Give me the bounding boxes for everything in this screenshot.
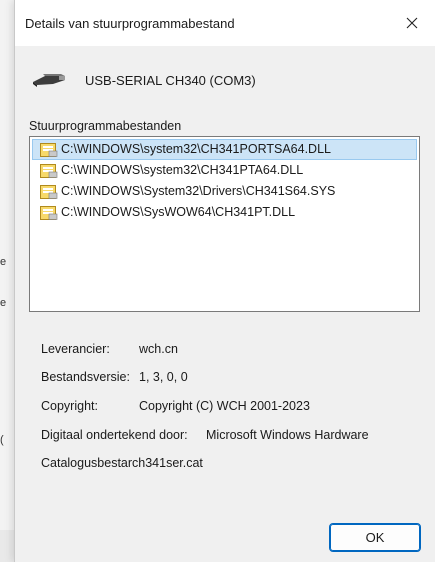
driver-file-details-dialog: Details van stuurprogrammabestand USB-SE… (14, 0, 435, 562)
driver-file-icon (40, 185, 58, 199)
driver-file-icon (40, 143, 58, 157)
background-text-fragment: e (0, 297, 7, 309)
driver-file-icon (40, 164, 58, 178)
list-item[interactable]: C:\WINDOWS\SysWOW64\CH341PT.DLL (32, 202, 417, 223)
title-bar[interactable]: Details van stuurprogrammabestand (15, 0, 435, 46)
copyright-label: Copyright: (41, 399, 98, 413)
usb-cable-icon (33, 74, 65, 87)
background-text-fragment: ( (0, 434, 4, 446)
driver-file-path: C:\WINDOWS\system32\CH341PTA64.DLL (61, 163, 304, 177)
driver-files-label: Stuurprogrammabestanden (29, 119, 182, 133)
window-title: Details van stuurprogrammabestand (25, 16, 235, 31)
driver-file-icon (40, 206, 58, 220)
file-version-label: Bestandsversie: (41, 370, 130, 384)
driver-files-list[interactable]: C:\WINDOWS\system32\CH341PORTSA64.DLL C:… (29, 136, 420, 312)
digital-signer-value: Microsoft Windows Hardware (206, 428, 369, 442)
background-text-fragment: e (0, 256, 7, 268)
close-button[interactable] (389, 0, 435, 46)
catalog-file-text: Catalogusbestarch341ser.cat (41, 456, 203, 470)
driver-file-path: C:\WINDOWS\SysWOW64\CH341PT.DLL (61, 205, 296, 219)
close-icon (406, 17, 418, 29)
digital-signer-label: Digitaal ondertekend door: (41, 428, 188, 442)
device-name: USB-SERIAL CH340 (COM3) (85, 73, 256, 88)
list-item[interactable]: C:\WINDOWS\System32\Drivers\CH341S64.SYS (32, 181, 417, 202)
list-item[interactable]: C:\WINDOWS\system32\CH341PTA64.DLL (32, 160, 417, 181)
list-item[interactable]: C:\WINDOWS\system32\CH341PORTSA64.DLL (32, 139, 417, 160)
provider-label: Leverancier: (41, 342, 110, 356)
provider-value: wch.cn (139, 342, 178, 356)
ok-button[interactable]: OK (329, 523, 421, 552)
driver-file-path: C:\WINDOWS\System32\Drivers\CH341S64.SYS (61, 184, 336, 198)
copyright-value: Copyright (C) WCH 2001-2023 (139, 399, 310, 413)
file-version-value: 1, 3, 0, 0 (139, 370, 188, 384)
driver-file-path: C:\WINDOWS\system32\CH341PORTSA64.DLL (61, 142, 331, 156)
